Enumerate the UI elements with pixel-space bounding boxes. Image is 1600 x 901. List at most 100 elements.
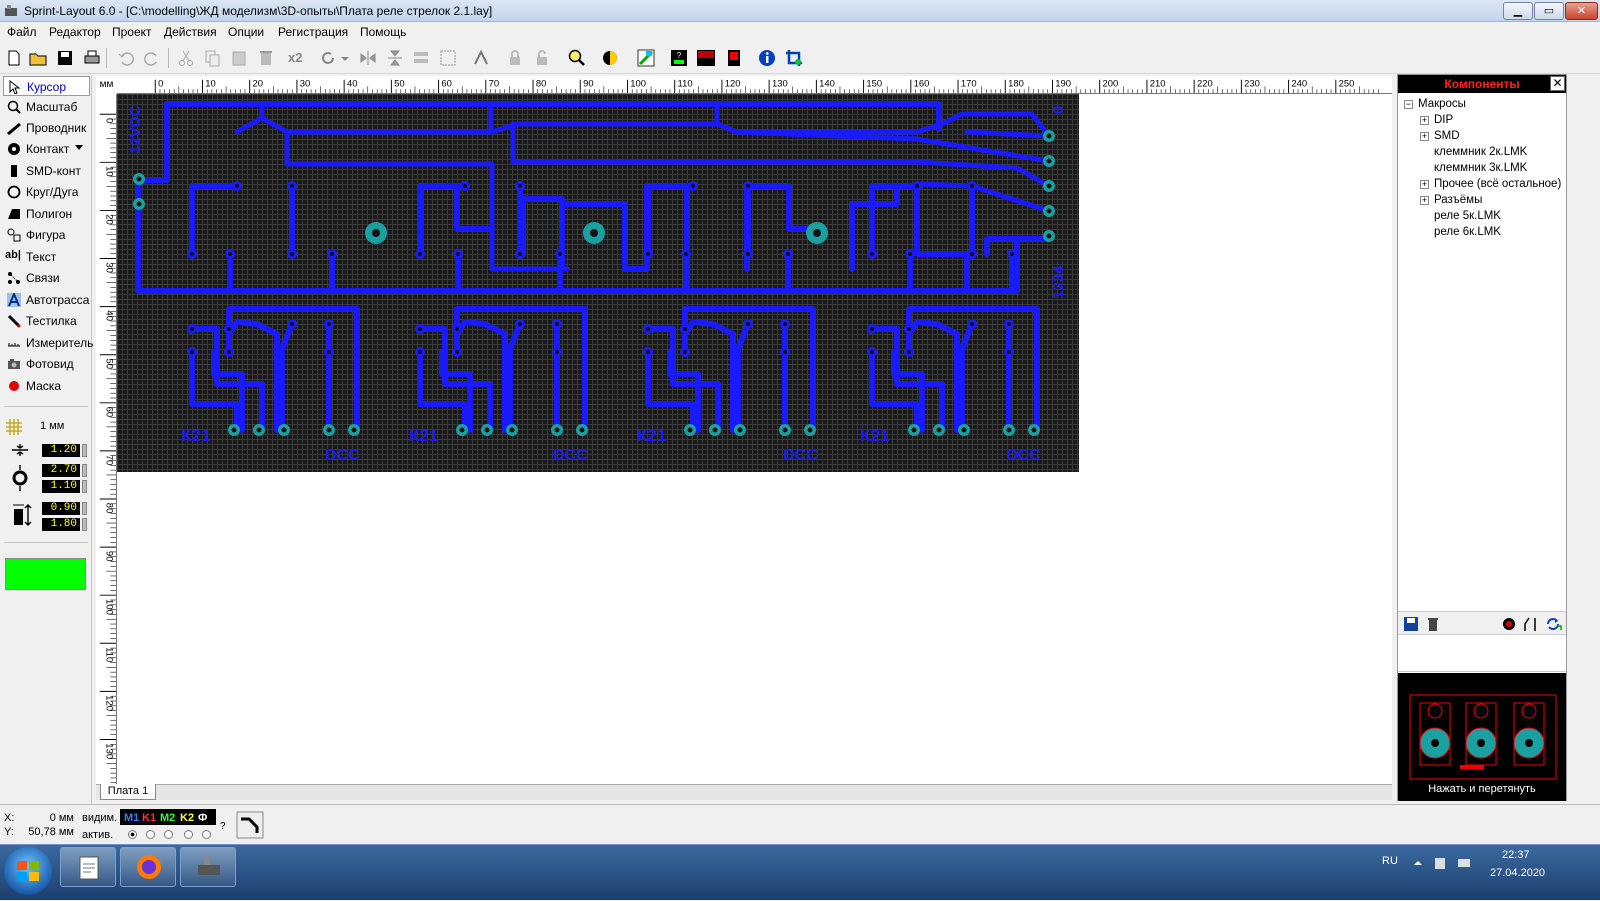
layer-active-radio[interactable]: [146, 830, 155, 839]
maximize-button[interactable]: ▭: [1534, 2, 1564, 20]
tool-tester[interactable]: Тестилка: [3, 311, 90, 331]
tree-item[interactable]: клеммник 3к.LMK: [1402, 161, 1564, 177]
tool-circle[interactable]: Круг/Дуга: [3, 182, 90, 202]
tree-item[interactable]: + Разъёмы: [1402, 193, 1564, 209]
group-icon[interactable]: [438, 48, 458, 68]
save-icon[interactable]: [55, 48, 75, 68]
layer-active-radio[interactable]: [202, 830, 211, 839]
redo-icon[interactable]: [142, 48, 162, 68]
layer-toggle-k1[interactable]: K1: [140, 811, 159, 825]
new-file-icon[interactable]: [4, 48, 24, 68]
layer-help[interactable]: ?: [220, 821, 226, 832]
tree-item[interactable]: − Макросы: [1402, 97, 1564, 113]
duplicate-x2-button[interactable]: x2: [288, 48, 308, 68]
print-icon[interactable]: [82, 48, 102, 68]
copy-icon[interactable]: [202, 48, 222, 68]
pad-dropdown-icon[interactable]: [75, 145, 83, 151]
pad-inner-diameter-value[interactable]: 1.10: [42, 480, 80, 493]
cut-icon[interactable]: [176, 48, 196, 68]
tree-expand-icon[interactable]: +: [1420, 116, 1429, 125]
menu-help[interactable]: Помощь: [360, 25, 406, 39]
layer-toggle-m2[interactable]: M2: [158, 811, 178, 825]
layer-active-radio[interactable]: [164, 830, 173, 839]
track-width-value[interactable]: 1.20: [42, 444, 80, 457]
info-icon[interactable]: [757, 48, 777, 68]
zoom-icon[interactable]: [567, 48, 587, 68]
tree-item[interactable]: реле 6к.LMK: [1402, 225, 1564, 241]
network-icon[interactable]: [1456, 855, 1472, 871]
delete-macro-icon[interactable]: [1425, 616, 1441, 632]
tool-smd-pad[interactable]: SMD-конт: [3, 161, 90, 181]
tool-shape[interactable]: Фигура: [3, 225, 90, 245]
tool-track[interactable]: Проводник: [3, 118, 90, 138]
record-icon[interactable]: [1501, 616, 1517, 632]
tree-expand-icon[interactable]: +: [1420, 180, 1429, 189]
route-mode-icon[interactable]: [236, 811, 264, 839]
menu-options[interactable]: Опции: [228, 25, 264, 39]
clock-date[interactable]: 27.04.2020: [1490, 867, 1545, 879]
paste-icon[interactable]: [229, 48, 249, 68]
split-view-icon[interactable]: [1522, 616, 1538, 632]
sheet-tab-plata-1[interactable]: Плата 1: [100, 784, 156, 800]
menu-registration[interactable]: Регистрация: [278, 25, 348, 39]
tool-text[interactable]: ab| Текст: [3, 247, 90, 267]
autoroute-toolbar-icon[interactable]: [636, 48, 656, 68]
tree-item[interactable]: + DIP: [1402, 113, 1564, 129]
tool-cursor[interactable]: Курсор: [3, 76, 90, 96]
taskbar-notepad[interactable]: [60, 847, 116, 887]
checker-icon[interactable]: ?: [669, 48, 689, 68]
tool-zoom[interactable]: Масштаб: [3, 97, 90, 117]
close-button[interactable]: ✕: [1565, 2, 1598, 20]
smd-height-spinner[interactable]: [82, 518, 87, 531]
components-panel-close-button[interactable]: ✕: [1550, 76, 1565, 91]
tray-device-icon[interactable]: [1432, 855, 1448, 871]
delete-icon[interactable]: [256, 48, 276, 68]
tool-measure[interactable]: Измеритель: [3, 333, 93, 353]
tray-expand-icon[interactable]: [1414, 859, 1422, 867]
taskbar-sprint-layout[interactable]: [180, 847, 236, 887]
menu-project[interactable]: Проект: [112, 25, 152, 39]
design-canvas[interactable]: 12VDC 0 1234 К21 DCC К21 DCC К21 DCC К21…: [117, 94, 1392, 784]
tree-expand-icon[interactable]: +: [1420, 132, 1429, 141]
crop-icon[interactable]: [784, 48, 804, 68]
open-folder-icon[interactable]: [28, 48, 48, 68]
horizontal-scrollbar[interactable]: [96, 784, 1392, 800]
grid-icon[interactable]: [5, 418, 23, 436]
rotate-icon[interactable]: [318, 48, 338, 68]
macro-icon[interactable]: [724, 48, 744, 68]
smd-width-value[interactable]: 0.90: [42, 502, 80, 515]
save-macro-icon[interactable]: [1403, 616, 1419, 632]
taskbar-firefox[interactable]: [120, 847, 176, 887]
tool-photoview[interactable]: Фотовид: [3, 354, 90, 374]
tree-item[interactable]: реле 5к.LMK: [1402, 209, 1564, 225]
pcb-board[interactable]: 12VDC 0 1234 К21 DCC К21 DCC К21 DCC К21…: [117, 94, 1079, 472]
track-width-spinner[interactable]: [82, 444, 87, 457]
undo-icon[interactable]: [116, 48, 136, 68]
grid-size-label[interactable]: 1 мм: [40, 420, 64, 432]
tool-polygon[interactable]: Полигон: [3, 204, 90, 224]
lock-icon[interactable]: [505, 48, 525, 68]
pad-inner-spinner[interactable]: [82, 480, 87, 493]
macro-preview[interactable]: Нажать и перетянуть: [1398, 673, 1566, 801]
refresh-icon[interactable]: [1544, 615, 1562, 633]
rotate-dropdown-icon[interactable]: [340, 48, 350, 68]
tool-mask[interactable]: Маска: [3, 376, 90, 396]
tree-item[interactable]: + Прочее (всё остальное): [1402, 177, 1564, 193]
tree-item[interactable]: + SMD: [1402, 129, 1564, 145]
unlock-icon[interactable]: [532, 48, 552, 68]
layer-toggle-ф[interactable]: Ф: [196, 811, 210, 825]
tool-connections[interactable]: Связи: [3, 268, 90, 288]
menu-actions[interactable]: Действия: [164, 25, 217, 39]
active-layer-color-swatch[interactable]: [5, 558, 86, 590]
smd-width-spinner[interactable]: [82, 502, 87, 515]
menu-edit[interactable]: Редактор: [49, 25, 101, 39]
align-icon[interactable]: [411, 48, 431, 68]
start-button[interactable]: [4, 847, 52, 895]
mirror-horizontal-icon[interactable]: [358, 48, 378, 68]
clock-time[interactable]: 22:37: [1502, 849, 1530, 861]
tree-expand-icon[interactable]: +: [1420, 196, 1429, 205]
layer-toggle-m1[interactable]: M1: [122, 811, 142, 825]
tool-autoroute[interactable]: Автотрасса: [3, 290, 90, 310]
layer-active-radio[interactable]: [128, 830, 137, 839]
menu-file[interactable]: Файл: [7, 25, 37, 39]
